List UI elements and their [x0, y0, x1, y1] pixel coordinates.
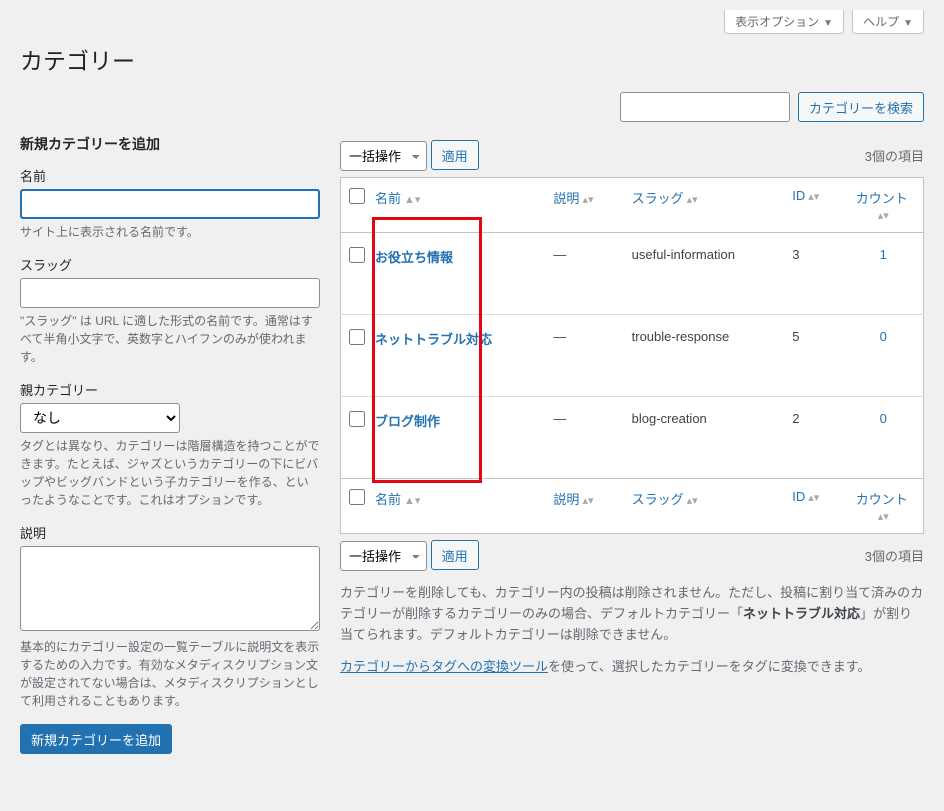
cell-id: 5 — [782, 315, 843, 397]
categories-table: 名前▲▾ 説明▴▾ スラッグ▴▾ ID▴▾ カウント▴▾ お役立ち情報 — u — [340, 177, 924, 534]
col-slug[interactable]: スラッグ▴▾ — [632, 492, 698, 507]
screen-options-button[interactable]: 表示オプション▼ — [724, 10, 844, 34]
name-label: 名前 — [20, 166, 320, 185]
count-link[interactable]: 0 — [880, 329, 887, 344]
row-checkbox[interactable] — [349, 329, 365, 345]
count-link[interactable]: 0 — [880, 411, 887, 426]
name-input[interactable] — [20, 189, 320, 219]
cell-slug: blog-creation — [622, 397, 783, 479]
cell-desc: — — [543, 315, 621, 397]
select-all-bottom[interactable] — [349, 489, 365, 505]
bulk-action-select-bottom[interactable]: 一括操作 — [340, 541, 427, 571]
slug-desc: "スラッグ" は URL に適した形式の名前です。通常はすべて半角小文字で、英数… — [20, 312, 320, 366]
col-description[interactable]: 説明▴▾ — [553, 191, 593, 206]
cell-desc: — — [543, 233, 621, 315]
search-button[interactable]: カテゴリーを検索 — [798, 92, 924, 122]
sort-icon: ▲▾ — [404, 194, 420, 206]
col-slug[interactable]: スラッグ▴▾ — [632, 191, 698, 206]
table-row: ネットトラブル対応 — trouble-response 5 0 — [341, 315, 924, 397]
select-all-top[interactable] — [349, 188, 365, 204]
items-count-bottom: 3個の項目 — [865, 546, 924, 565]
sort-icon: ▴▾ — [878, 210, 889, 222]
delete-notice: カテゴリーを削除しても、カテゴリー内の投稿は削除されません。ただし、投稿に割り当… — [340, 583, 924, 645]
cell-desc: — — [543, 397, 621, 479]
bulk-action-select-top[interactable]: 一括操作 — [340, 141, 427, 171]
cell-slug: trouble-response — [622, 315, 783, 397]
sort-icon: ▴▾ — [582, 194, 593, 206]
chevron-down-icon: ▼ — [903, 18, 913, 29]
convert-link[interactable]: カテゴリーからタグへの変換ツール — [340, 659, 548, 674]
add-new-heading: 新規カテゴリーを追加 — [20, 134, 320, 154]
row-checkbox[interactable] — [349, 247, 365, 263]
search-input[interactable] — [620, 92, 790, 122]
chevron-down-icon: ▼ — [823, 18, 833, 29]
parent-select[interactable]: なし — [20, 403, 180, 433]
cell-id: 2 — [782, 397, 843, 479]
apply-button-top[interactable]: 適用 — [431, 140, 479, 170]
cell-slug: useful-information — [622, 233, 783, 315]
convert-notice: カテゴリーからタグへの変換ツールを使って、選択したカテゴリーをタグに変換できます… — [340, 657, 924, 678]
items-count-top: 3個の項目 — [865, 146, 924, 165]
description-desc: 基本的にカテゴリー設定の一覧テーブルに説明文を表示するための入力です。有効なメタ… — [20, 638, 320, 710]
category-link[interactable]: お役立ち情報 — [375, 250, 453, 265]
col-count[interactable]: カウント▴▾ — [856, 191, 911, 222]
sort-icon: ▴▾ — [687, 194, 698, 206]
col-description[interactable]: 説明▴▾ — [553, 492, 593, 507]
row-checkbox[interactable] — [349, 411, 365, 427]
col-id[interactable]: ID▴▾ — [792, 489, 819, 504]
description-label: 説明 — [20, 523, 320, 542]
slug-input[interactable] — [20, 278, 320, 308]
count-link[interactable]: 1 — [880, 247, 887, 262]
category-link[interactable]: ブログ制作 — [375, 414, 440, 429]
col-name[interactable]: 名前▲▾ — [375, 492, 420, 507]
help-button[interactable]: ヘルプ▼ — [852, 10, 924, 34]
cell-id: 3 — [782, 233, 843, 315]
submit-button[interactable]: 新規カテゴリーを追加 — [20, 724, 172, 754]
parent-desc: タグとは異なり、カテゴリーは階層構造を持つことができます。たとえば、ジャズという… — [20, 437, 320, 509]
apply-button-bottom[interactable]: 適用 — [431, 540, 479, 570]
description-textarea[interactable] — [20, 546, 320, 631]
col-id[interactable]: ID▴▾ — [792, 188, 819, 203]
page-title: カテゴリー — [20, 42, 924, 76]
table-row: ブログ制作 — blog-creation 2 0 — [341, 397, 924, 479]
slug-label: スラッグ — [20, 255, 320, 274]
col-name[interactable]: 名前▲▾ — [375, 191, 420, 206]
category-link[interactable]: ネットトラブル対応 — [375, 332, 492, 347]
name-desc: サイト上に表示される名前です。 — [20, 223, 320, 241]
col-count[interactable]: カウント▴▾ — [856, 492, 911, 523]
parent-label: 親カテゴリー — [20, 380, 320, 399]
table-row: お役立ち情報 — useful-information 3 1 — [341, 233, 924, 315]
sort-icon: ▴▾ — [808, 191, 819, 203]
